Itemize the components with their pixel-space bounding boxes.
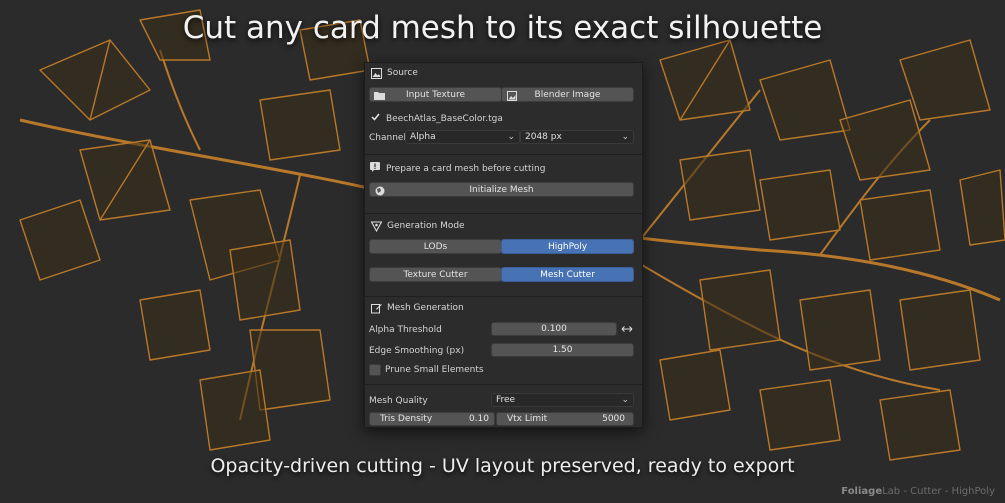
funnel-icon bbox=[370, 220, 382, 232]
channel-value: Alpha bbox=[410, 132, 436, 142]
initialize-mesh-button[interactable]: Initialize Mesh bbox=[369, 182, 634, 197]
vtx-limit-field[interactable]: Vtx Limit 5000 bbox=[496, 412, 634, 426]
alpha-threshold-field[interactable]: 0.100 bbox=[491, 322, 617, 336]
edge-smoothing-label: Edge Smoothing (px) bbox=[369, 346, 465, 356]
generation-mode-label: Generation Mode bbox=[387, 221, 465, 231]
subline-caption: Opacity-driven cutting - UV layout prese… bbox=[210, 455, 795, 477]
input-texture-label: Input Texture bbox=[405, 89, 466, 100]
swap-arrows-icon[interactable] bbox=[619, 322, 635, 336]
mesh-generation-header[interactable]: Mesh Generation bbox=[365, 298, 642, 318]
mesh-cutter-toggle[interactable]: Mesh Cutter bbox=[501, 267, 634, 282]
mesh-cutter-label: Mesh Cutter bbox=[540, 269, 595, 280]
alpha-threshold-value: 0.100 bbox=[541, 324, 567, 334]
tris-density-field[interactable]: Tris Density 0.10 bbox=[369, 412, 495, 426]
source-section-header[interactable]: Source bbox=[365, 63, 642, 83]
channel-select[interactable]: Alpha ⌄ bbox=[405, 130, 520, 144]
alpha-threshold-label: Alpha Threshold bbox=[369, 325, 442, 335]
resolution-value: 2048 px bbox=[525, 132, 562, 142]
prepare-info-row: Prepare a card mesh before cutting bbox=[370, 162, 545, 175]
chevron-down-icon: ⌄ bbox=[621, 395, 629, 405]
highpoly-toggle[interactable]: HighPoly bbox=[501, 239, 634, 254]
initialize-mesh-label: Initialize Mesh bbox=[469, 184, 534, 195]
globe-icon bbox=[374, 185, 385, 196]
prune-checkbox[interactable] bbox=[369, 364, 381, 376]
input-texture-button[interactable]: Input Texture bbox=[369, 87, 502, 102]
divider bbox=[365, 296, 642, 297]
vtx-limit-value: 5000 bbox=[602, 414, 625, 424]
mesh-generation-label: Mesh Generation bbox=[387, 303, 464, 313]
mesh-quality-label: Mesh Quality bbox=[369, 396, 428, 406]
edge-smoothing-value: 1.50 bbox=[552, 345, 573, 355]
texture-cutter-label: Texture Cutter bbox=[403, 269, 468, 280]
resolution-select[interactable]: 2048 px ⌄ bbox=[520, 130, 634, 144]
lods-toggle[interactable]: LODs bbox=[369, 239, 502, 254]
source-header-label: Source bbox=[387, 68, 418, 78]
image-icon bbox=[370, 67, 382, 79]
lods-label: LODs bbox=[423, 241, 448, 252]
mesh-quality-select[interactable]: Free ⌄ bbox=[491, 393, 634, 407]
file-name: BeechAtlas_BaseColor.tga bbox=[386, 113, 503, 124]
folder-icon bbox=[374, 90, 385, 101]
vtx-limit-label: Vtx Limit bbox=[507, 414, 548, 424]
tris-density-label: Tris Density bbox=[380, 414, 433, 424]
watermark-brand: Foliage bbox=[841, 486, 883, 497]
cutter-panel: Source Input Texture Blender Image Beech… bbox=[364, 62, 643, 428]
chevron-down-icon: ⌄ bbox=[507, 132, 515, 142]
chevron-down-icon: ⌄ bbox=[621, 132, 629, 142]
loaded-file-row: BeechAtlas_BaseColor.tga bbox=[371, 113, 503, 124]
checkmark-icon bbox=[371, 113, 380, 124]
blender-image-label: Blender Image bbox=[534, 89, 601, 100]
tris-density-value: 0.10 bbox=[468, 414, 489, 424]
headline-title: Cut any card mesh to its exact silhouett… bbox=[182, 10, 823, 46]
edge-smoothing-field[interactable]: 1.50 bbox=[491, 343, 634, 357]
prune-row: Prune Small Elements bbox=[369, 364, 484, 376]
prune-label: Prune Small Elements bbox=[385, 365, 484, 375]
watermark: FoliageLab - Cutter - HighPoly bbox=[841, 486, 995, 497]
highpoly-label: HighPoly bbox=[547, 241, 588, 252]
image-browse-icon bbox=[506, 90, 517, 101]
info-icon bbox=[370, 162, 380, 175]
edit-icon bbox=[370, 302, 382, 314]
blender-image-button[interactable]: Blender Image bbox=[501, 87, 634, 102]
watermark-text: Lab - Cutter - HighPoly bbox=[882, 486, 995, 497]
divider bbox=[365, 213, 642, 214]
divider bbox=[365, 384, 642, 385]
generation-mode-header[interactable]: Generation Mode bbox=[365, 216, 642, 236]
mesh-quality-value: Free bbox=[496, 395, 516, 405]
prepare-info-text: Prepare a card mesh before cutting bbox=[386, 163, 546, 174]
divider bbox=[365, 154, 642, 155]
channel-label: Channel: bbox=[369, 133, 409, 143]
texture-cutter-toggle[interactable]: Texture Cutter bbox=[369, 267, 502, 282]
